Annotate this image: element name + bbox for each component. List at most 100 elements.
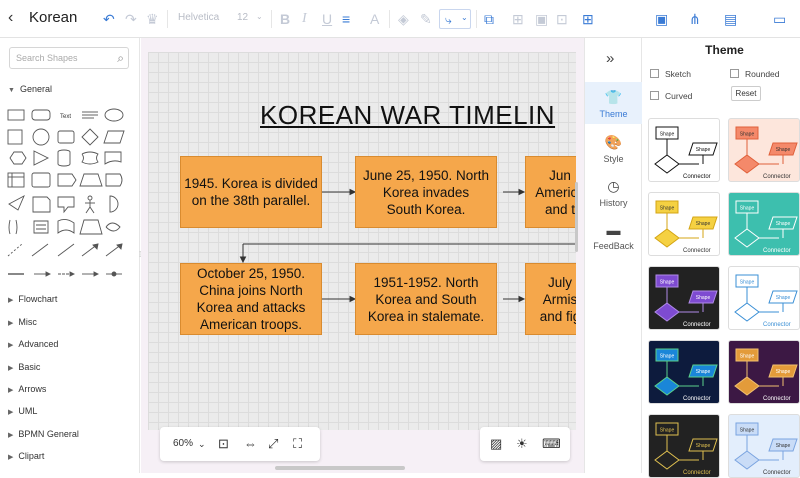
theme-card[interactable]: Shape Shape Connector <box>728 414 800 478</box>
zoom-level[interactable]: 60% <box>173 438 193 449</box>
canvas-area[interactable]: KOREAN WAR TIMELIN 1945. Korea is divide… <box>141 38 584 473</box>
category-clipart[interactable]: ▶ Clipart <box>8 451 44 461</box>
redo-icon[interactable]: ↷ <box>125 10 137 28</box>
fullscreen-icon[interactable]: ⛶ <box>293 436 302 452</box>
present-icon[interactable]: ▭ <box>773 10 786 28</box>
checkbox-box[interactable] <box>650 91 659 100</box>
caret-right-icon: ▶ <box>8 454 14 461</box>
undo-icon[interactable]: ↶ <box>103 10 115 28</box>
theme-card[interactable]: Shape Shape Connector <box>728 118 800 182</box>
share-icon[interactable]: ⋔ <box>689 10 701 28</box>
theme-shape-label: Shape <box>740 132 755 138</box>
arrange-icon[interactable]: ⧉ <box>484 10 494 28</box>
theme-connector-label: Connector <box>683 470 711 476</box>
align-objects-icon[interactable]: ⊞ <box>512 10 524 28</box>
divider <box>167 10 168 28</box>
fit-page-icon[interactable]: ⊡ <box>218 436 229 452</box>
theme-card[interactable]: Shape Shape Connector <box>648 118 720 182</box>
theme-shape-label: Shape <box>740 206 755 212</box>
theme-card[interactable]: Shape Shape Connector <box>648 192 720 256</box>
tab-theme[interactable]: 👕 Theme <box>585 82 642 124</box>
table-icon[interactable]: ⊞ <box>582 10 594 28</box>
document-title[interactable]: Korean \ <box>29 9 81 26</box>
lock-icon[interactable]: ⊡ <box>556 10 568 28</box>
theme-shape-label: Shape <box>696 443 711 449</box>
timeline-box[interactable]: June 25, 1950. North Korea invades South… <box>355 156 497 228</box>
horizontal-scrollbar[interactable] <box>275 466 405 470</box>
underline-icon[interactable]: U <box>322 10 332 28</box>
category-general[interactable]: ▼ General <box>8 84 52 94</box>
timeline-box[interactable]: Jun America and t <box>525 156 576 228</box>
rounded-checkbox[interactable]: Rounded <box>730 69 780 79</box>
timeline-box[interactable]: October 25, 1950. China joins North Kore… <box>180 263 322 335</box>
brightness-icon[interactable]: ☀ <box>516 436 528 452</box>
category-basic[interactable]: ▶ Basic <box>8 362 40 372</box>
group-icon[interactable]: ▣ <box>535 10 548 28</box>
align-icon[interactable]: ≡ <box>342 10 350 28</box>
keyboard-icon[interactable]: ⌨ <box>542 436 561 452</box>
category-bpmn-general[interactable]: ▶ BPMN General <box>8 429 79 439</box>
theme-connector-label: Connector <box>683 396 711 402</box>
chevron-down-icon: ⌄ <box>461 13 468 22</box>
format-painter-icon[interactable]: ♛ <box>146 10 159 28</box>
tab-style[interactable]: 🎨 Style <box>585 134 642 164</box>
theme-shape-label: Shape <box>696 147 711 153</box>
theme-diamond-node <box>654 228 680 248</box>
category-flowchart[interactable]: ▶ Flowchart <box>8 294 57 304</box>
theme-card[interactable]: Shape Shape Connector <box>728 266 800 330</box>
checkbox-box[interactable] <box>650 69 659 78</box>
back-icon[interactable]: ‹ <box>8 9 13 27</box>
italic-icon[interactable]: I <box>302 10 307 28</box>
bold-icon[interactable]: B <box>280 10 290 28</box>
theme-card[interactable]: Shape Shape Connector <box>648 266 720 330</box>
theme-diamond-node <box>734 376 760 396</box>
save-icon[interactable]: ▣ <box>655 10 668 28</box>
chevron-down-icon[interactable]: ⌄ <box>198 439 206 450</box>
category-misc[interactable]: ▶ Misc <box>8 317 37 327</box>
font-size-select[interactable]: 12 <box>237 12 248 23</box>
timeline-box[interactable]: July Armis and fig <box>525 263 576 335</box>
chat-icon: ▬ <box>606 222 621 238</box>
collapse-panel-icon[interactable]: » <box>606 50 614 67</box>
checkbox-box[interactable] <box>730 69 739 78</box>
connector-icon: ⤷ <box>445 13 452 27</box>
text-color-icon[interactable]: A <box>370 10 379 28</box>
tab-history[interactable]: ◷ History <box>585 178 642 208</box>
theme-preview: Shape Shape Connector <box>654 200 718 254</box>
theme-preview: Shape Shape Connector <box>734 422 798 476</box>
theme-shape-label: Shape <box>740 354 755 360</box>
theme-card[interactable]: Shape Shape Connector <box>728 192 800 256</box>
export-icon[interactable]: ▤ <box>724 10 737 28</box>
search-icon[interactable]: ⌕ <box>117 51 124 66</box>
timeline-box[interactable]: 1945. Korea is divided on the 38th paral… <box>180 156 322 228</box>
actual-size-icon[interactable]: ⤢ <box>268 436 278 452</box>
sketch-checkbox[interactable]: Sketch <box>650 69 691 79</box>
image-icon[interactable]: ▨ <box>490 436 502 452</box>
category-arrows[interactable]: ▶ Arrows <box>8 384 46 394</box>
general-shapes-grid[interactable]: Text <box>6 106 134 286</box>
category-label: Flowchart <box>18 294 58 304</box>
diagram-page[interactable]: KOREAN WAR TIMELIN 1945. Korea is divide… <box>148 52 576 430</box>
fit-width-icon[interactable]: ⇔ <box>244 436 257 451</box>
font-family-select[interactable]: Helvetica <box>178 12 219 23</box>
connector-style-select[interactable]: ⤷ ⌄ <box>439 9 471 29</box>
connector-lines[interactable] <box>148 52 576 430</box>
fill-color-icon[interactable]: ◈ <box>398 10 409 28</box>
theme-card[interactable]: Shape Shape Connector <box>648 414 720 478</box>
theme-card[interactable]: Shape Shape Connector <box>728 340 800 404</box>
theme-card[interactable]: Shape Shape Connector <box>648 340 720 404</box>
search-placeholder: Search Shapes <box>16 53 78 63</box>
category-uml[interactable]: ▶ UML <box>8 406 37 416</box>
tab-feedback[interactable]: ▬ FeedBack <box>585 222 642 251</box>
caret-right-icon: ▶ <box>8 342 14 349</box>
vertical-scrollbar[interactable] <box>575 182 578 252</box>
search-input[interactable]: Search Shapes ⌕ <box>9 47 129 69</box>
category-advanced[interactable]: ▶ Advanced <box>8 339 58 349</box>
option-label: Curved <box>665 91 693 101</box>
theme-shape-label: Shape <box>696 295 711 301</box>
font-size-chevron-icon[interactable]: ⌄ <box>256 12 263 21</box>
timeline-box[interactable]: 1951-1952. North Korea and South Korea i… <box>355 263 497 335</box>
line-color-icon[interactable]: ✎ <box>420 10 432 28</box>
reset-button[interactable]: Reset <box>731 86 761 101</box>
curved-checkbox[interactable]: Curved <box>650 91 692 101</box>
